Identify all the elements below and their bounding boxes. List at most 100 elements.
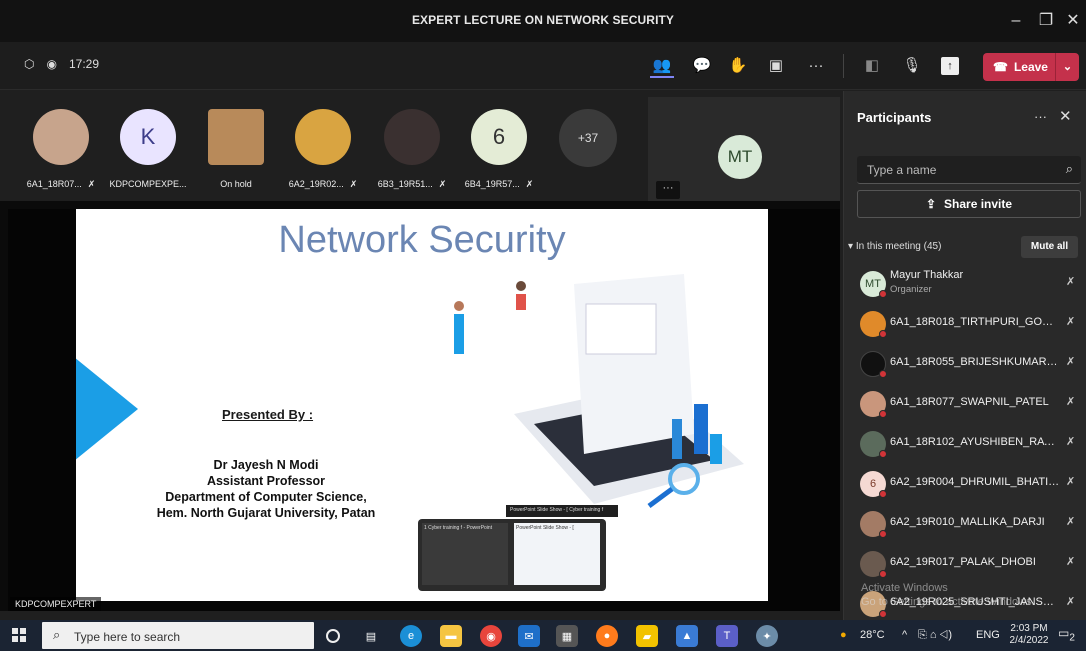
self-video-tile[interactable]: MT ··· — [648, 97, 840, 201]
chevron-down-icon[interactable]: ⌄ — [1055, 53, 1079, 81]
preview-tooltip: PowerPoint Slide Show - [ Cyber training… — [506, 505, 618, 517]
taskbar-clock[interactable]: 2:03 PM 2/4/2022 — [1006, 623, 1052, 647]
participant-role: Organizer — [890, 284, 932, 295]
participant-list: MT Mayur Thakkar Organizer ✗ 6A1_18R018_… — [844, 263, 1086, 623]
participant-tile[interactable]: 6A1_18R07... ✗ — [21, 109, 101, 190]
people-icon[interactable]: 👥 — [650, 54, 674, 78]
task-view-icon[interactable]: ▤ — [360, 625, 382, 647]
participant-tile[interactable]: On hold — [196, 109, 276, 189]
list-item[interactable]: 6 6A2_19R004_DHRUMIL_BHATIYA ✗ — [844, 463, 1086, 503]
participant-name: 6A1_18R055_BRIJESHKUMAR_PA... — [890, 356, 1060, 368]
panel-more-button[interactable]: ··· — [1034, 109, 1047, 124]
shared-screen: Network Security Presented By : Dr Jayes… — [8, 209, 840, 611]
list-item[interactable]: 6A1_18R102_AYUSHIBEN_RAVAL ✗ — [844, 423, 1086, 463]
mic-off-icon: ✗ — [525, 179, 534, 189]
phone-icon: ☎ — [993, 60, 1008, 74]
windows-start-icon[interactable] — [12, 628, 26, 642]
camera-off-icon[interactable]: ◧ — [860, 54, 884, 78]
participant-name: 6B4_19R57... — [464, 179, 520, 189]
file-explorer-icon[interactable]: ▬ — [440, 625, 462, 647]
window-titlebar: EXPERT LECTURE ON NETWORK SECURITY – ❐ ✕ — [0, 0, 1086, 42]
participant-search: ⌕ — [857, 156, 1081, 184]
panel-close-button[interactable]: ✕ — [1059, 107, 1072, 125]
participant-name: 6A1_18R018_TIRTHPURI_GOSW... — [890, 316, 1060, 328]
minimize-button[interactable]: – — [1003, 8, 1029, 34]
mail-icon[interactable]: ✉ — [518, 625, 540, 647]
list-item[interactable]: 6A1_18R055_BRIJESHKUMAR_PA... ✗ — [844, 343, 1086, 383]
weather-icon[interactable]: ● — [840, 629, 847, 641]
taskbar-search[interactable]: ⌕ Type here to search — [42, 622, 314, 649]
meeting-info: ⬡ ◉ 17:29 — [24, 57, 99, 71]
participant-name: 6A1_18R077_SWAPNIL_PATEL — [890, 396, 1049, 408]
app-icon[interactable]: ✦ — [756, 625, 778, 647]
edge-icon[interactable]: e — [400, 625, 422, 647]
participant-name: 6B3_19R51... — [377, 179, 433, 189]
panel-title: Participants — [857, 110, 932, 125]
recording-icon: ◉ — [46, 57, 57, 71]
teams-icon[interactable]: T — [716, 625, 738, 647]
chrome-icon[interactable]: ◉ — [480, 625, 502, 647]
list-item[interactable]: 6A2_19R025_SRUSHTI_JANSARI ✗ — [844, 583, 1086, 623]
close-button[interactable]: ✕ — [1060, 8, 1086, 34]
windows-taskbar: ⌕ Type here to search ▤ e ▬ ◉ ✉ ▦ ● ▰ ▲ … — [0, 620, 1086, 651]
clock-date: 2/4/2022 — [1009, 635, 1049, 646]
participant-tile[interactable]: 6B3_19R51... ✗ — [372, 109, 452, 190]
share-screen-icon[interactable]: ↑ — [941, 57, 959, 75]
list-item[interactable]: 6A1_18R018_TIRTHPURI_GOSW... ✗ — [844, 303, 1086, 343]
meeting-stage: 6A1_18R07... ✗ K KDPCOMPEXPE... On hold 6… — [0, 91, 840, 611]
mic-off-icon: ✗ — [1066, 556, 1076, 568]
list-item[interactable]: MT Mayur Thakkar Organizer ✗ — [844, 263, 1086, 303]
cortana-icon[interactable] — [326, 629, 340, 643]
in-meeting-label: In this meeting (45) — [855, 241, 942, 252]
participant-tile[interactable]: 6A2_19R02... ✗ — [283, 109, 363, 190]
avatar — [384, 109, 440, 165]
maximize-button[interactable]: ❐ — [1033, 8, 1059, 34]
mute-all-button[interactable]: Mute all — [1021, 236, 1078, 258]
presented-by-label: Presented By : — [222, 407, 314, 422]
participant-tile[interactable]: 6 6B4_19R57... ✗ — [459, 109, 539, 190]
taskbar-preview-popup: PowerPoint Slide Show - [ Cyber training… — [418, 505, 618, 591]
list-item[interactable]: 6A2_19R017_PALAK_DHOBI ✗ — [844, 543, 1086, 583]
participant-name: 6A2_19R004_DHRUMIL_BHATIYA — [890, 476, 1060, 488]
mic-off-icon: ✗ — [1066, 396, 1076, 408]
photos-icon[interactable]: ▲ — [676, 625, 698, 647]
react-icon[interactable]: ✋ — [726, 54, 750, 78]
avatar — [33, 109, 89, 165]
participant-name: 6A2_19R02... — [288, 179, 344, 189]
overflow-participants-button[interactable]: +37 — [559, 109, 617, 167]
status-badge — [879, 530, 887, 538]
participant-name: 6A2_19R017_PALAK_DHOBI — [890, 556, 1036, 568]
sticky-notes-icon[interactable]: ▰ — [636, 625, 658, 647]
firefox-icon[interactable]: ● — [596, 625, 618, 647]
tile-more-button[interactable]: ··· — [656, 181, 680, 199]
participant-search-input[interactable] — [857, 156, 1052, 184]
notification-icon[interactable]: ▭2 — [1058, 626, 1076, 644]
chevron-up-icon[interactable]: ^ — [902, 629, 907, 641]
list-item[interactable]: 6A2_19R010_MALLIKA_DARJI ✗ — [844, 503, 1086, 543]
more-actions-button[interactable]: ··· — [804, 54, 828, 78]
search-icon[interactable]: ⌕ — [1066, 161, 1073, 177]
list-item[interactable]: 6A1_18R077_SWAPNIL_PATEL ✗ — [844, 383, 1086, 423]
participant-tile[interactable]: K KDPCOMPEXPE... — [108, 109, 188, 189]
participant-name: 6A2_19R025_SRUSHTI_JANSARI — [890, 596, 1060, 608]
weather-text[interactable]: 28°C — [860, 629, 885, 641]
mic-off-icon: ✗ — [1066, 316, 1076, 328]
notification-count: 2 — [1069, 632, 1075, 644]
status-badge — [879, 490, 887, 498]
leave-main[interactable]: ☎ Leave — [983, 53, 1055, 81]
mic-off-icon: ✗ — [349, 179, 358, 189]
status-badge — [879, 610, 887, 618]
store-icon[interactable]: ▦ — [556, 625, 578, 647]
rooms-icon[interactable]: ▣ — [764, 54, 788, 78]
participant-name: KDPCOMPEXPE... — [109, 179, 187, 189]
share-invite-button[interactable]: ⇪ Share invite — [857, 190, 1081, 218]
chat-icon[interactable]: 💬 — [690, 54, 714, 78]
slide-title: Network Security — [278, 219, 566, 261]
in-meeting-section-toggle[interactable]: ▾ In this meeting (45) — [848, 241, 941, 252]
leave-button[interactable]: ☎ Leave ⌄ — [983, 53, 1079, 81]
mic-off-icon[interactable]: 🎙 — [900, 54, 924, 78]
tray-icons[interactable]: ⎘ ⌂ ◁) — [918, 629, 952, 642]
status-badge — [879, 410, 887, 418]
search-icon: ⌕ — [53, 627, 61, 642]
language-indicator[interactable]: ENG — [976, 629, 1000, 641]
